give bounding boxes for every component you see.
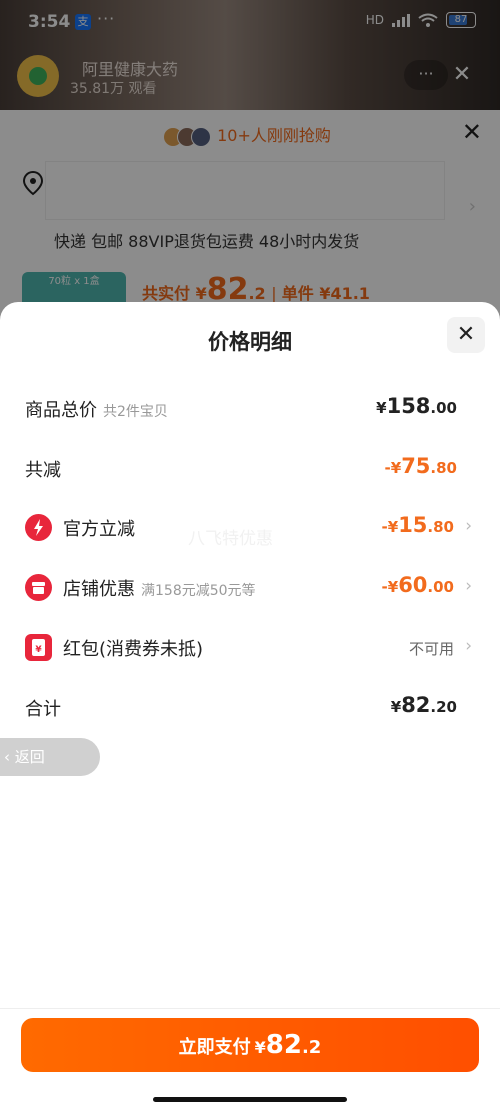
page-title: 价格明细 [208, 330, 292, 354]
official-discount-label: 官方立减 [63, 519, 135, 540]
chevron-right-icon: › [465, 636, 472, 656]
subtotal-label: 商品总价 [25, 400, 97, 421]
discount-label: 共减 [25, 460, 61, 481]
chevron-right-icon: › [465, 576, 472, 596]
close-button[interactable]: ✕ [447, 317, 485, 353]
official-discount-row[interactable]: 官方立减 -¥15.80 › [0, 507, 500, 547]
home-indicator[interactable] [153, 1097, 347, 1102]
store-discount-row[interactable]: 店铺优惠 满158元减50元等 -¥60.00 › [0, 567, 500, 607]
total-label: 合计 [25, 699, 61, 720]
store-discount-label: 店铺优惠 [63, 579, 135, 600]
store-discount-rule: 满158元减50元等 [141, 583, 256, 599]
red-packet-icon: ¥ [25, 634, 52, 661]
subtotal-amount: ¥158.00 [376, 394, 457, 418]
subtotal-row: 商品总价 共2件宝贝 ¥158.00 [0, 388, 500, 428]
total-row: 合计 ¥82.20 [0, 687, 500, 727]
red-packet-row[interactable]: ¥ 红包(消费券未抵) 不可用 › [0, 627, 500, 667]
official-discount-amount: -¥15.80 [381, 513, 454, 537]
red-packet-label: 红包(消费券未抵) [63, 639, 204, 660]
item-count: 共2件宝贝 [103, 404, 168, 420]
divider [0, 1008, 500, 1009]
lightning-icon [25, 514, 52, 541]
price-detail-sheet: 价格明细 ✕ 商品总价 共2件宝贝 ¥158.00 共减 -¥75.80 八飞特优… [0, 302, 500, 1111]
discount-amount: -¥75.80 [384, 454, 457, 478]
store-discount-amount: -¥60.00 [381, 573, 454, 597]
chevron-left-icon: ‹ [4, 748, 10, 766]
back-button[interactable]: ‹ 返回 [0, 738, 100, 776]
chevron-right-icon: › [465, 516, 472, 536]
pay-now-button[interactable]: 立即支付 ¥82.2 [21, 1018, 479, 1072]
svg-text:¥: ¥ [35, 645, 42, 655]
close-icon: ✕ [456, 322, 476, 347]
total-amount: ¥82.20 [390, 693, 457, 717]
store-icon [25, 574, 52, 601]
red-packet-status: 不可用 [408, 640, 454, 658]
pay-button-label: 立即支付 [178, 1037, 251, 1058]
discount-total-row: 共减 -¥75.80 [0, 448, 500, 488]
